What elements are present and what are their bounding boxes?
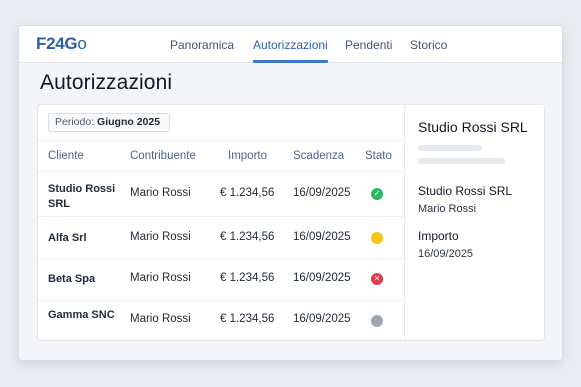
- detail-client-value: Mario Rossi: [418, 203, 477, 215]
- top-navbar: F24Go Panoramica Autorizzazioni Pendenti…: [19, 26, 562, 63]
- detail-title: Studio Rossi SRL: [418, 119, 528, 135]
- column-header-scadenza[interactable]: Scadenza: [293, 150, 344, 162]
- cell-importo: € 1.234,56: [220, 187, 275, 199]
- cell-cliente: Alfa Srl: [48, 232, 87, 244]
- skeleton-line: [418, 158, 505, 164]
- cell-scadenza: 16/09/2025: [293, 272, 351, 284]
- cell-contribuente: Mario Rossi: [130, 231, 191, 243]
- cell-contribuente: Mario Rossi: [130, 187, 191, 199]
- cell-scadenza: 16/09/2025: [293, 313, 351, 325]
- app-logo[interactable]: F24Go: [36, 34, 87, 54]
- logo-main-text: F24G: [36, 34, 78, 53]
- period-filter[interactable]: Periodo: Giugno 2025: [48, 113, 170, 132]
- dot-icon: [371, 232, 383, 244]
- cell-cliente: Studio Rossi SRL: [48, 183, 116, 210]
- logo-tail-text: o: [77, 34, 87, 53]
- row-divider: [38, 300, 404, 301]
- cell-importo: € 1.234,56: [220, 272, 275, 284]
- cell-importo: € 1.234,56: [220, 231, 275, 243]
- cross-icon: ✕: [371, 273, 383, 285]
- check-icon: ✓: [371, 188, 383, 200]
- tab-pendenti[interactable]: Pendenti: [345, 38, 392, 52]
- period-label: Periodo:: [55, 116, 95, 128]
- table-top-divider: [38, 140, 404, 141]
- detail-divider: [404, 105, 405, 340]
- cell-cliente: Gamma SNC: [48, 309, 115, 321]
- tab-autorizzazioni[interactable]: Autorizzazioni: [253, 38, 328, 52]
- skeleton-line: [418, 145, 482, 151]
- detail-client-label: Studio Rossi SRL: [418, 184, 513, 198]
- dot-icon: [371, 315, 383, 327]
- column-header-cliente[interactable]: Cliente: [48, 150, 84, 162]
- active-tab-indicator: [253, 60, 328, 63]
- column-header-stato[interactable]: Stato: [365, 150, 392, 162]
- row-divider: [38, 216, 404, 217]
- tab-panoramica[interactable]: Panoramica: [170, 38, 234, 52]
- cell-scadenza: 16/09/2025: [293, 231, 351, 243]
- page-title: Autorizzazioni: [40, 71, 173, 94]
- tab-storico[interactable]: Storico: [410, 38, 447, 52]
- detail-amount-label: Importo: [418, 229, 459, 243]
- cell-contribuente: Mario Rossi: [130, 313, 191, 325]
- header-divider: [38, 171, 404, 172]
- row-divider: [38, 258, 404, 259]
- main-panel: Periodo: Giugno 2025 Cliente Contribuent…: [37, 104, 545, 341]
- detail-amount-value: 16/09/2025: [418, 248, 474, 260]
- cell-cliente: Beta Spa: [48, 273, 96, 285]
- app-window: F24Go Panoramica Autorizzazioni Pendenti…: [18, 25, 563, 361]
- column-header-contribuente[interactable]: Contribuente: [130, 150, 196, 162]
- period-value: Giugno 2025: [97, 116, 161, 128]
- column-header-importo[interactable]: Importo: [228, 150, 267, 162]
- cell-contribuente: Mario Rossi: [130, 272, 191, 284]
- cell-importo: € 1.234,56: [220, 313, 275, 325]
- cell-scadenza: 16/09/2025: [293, 187, 351, 199]
